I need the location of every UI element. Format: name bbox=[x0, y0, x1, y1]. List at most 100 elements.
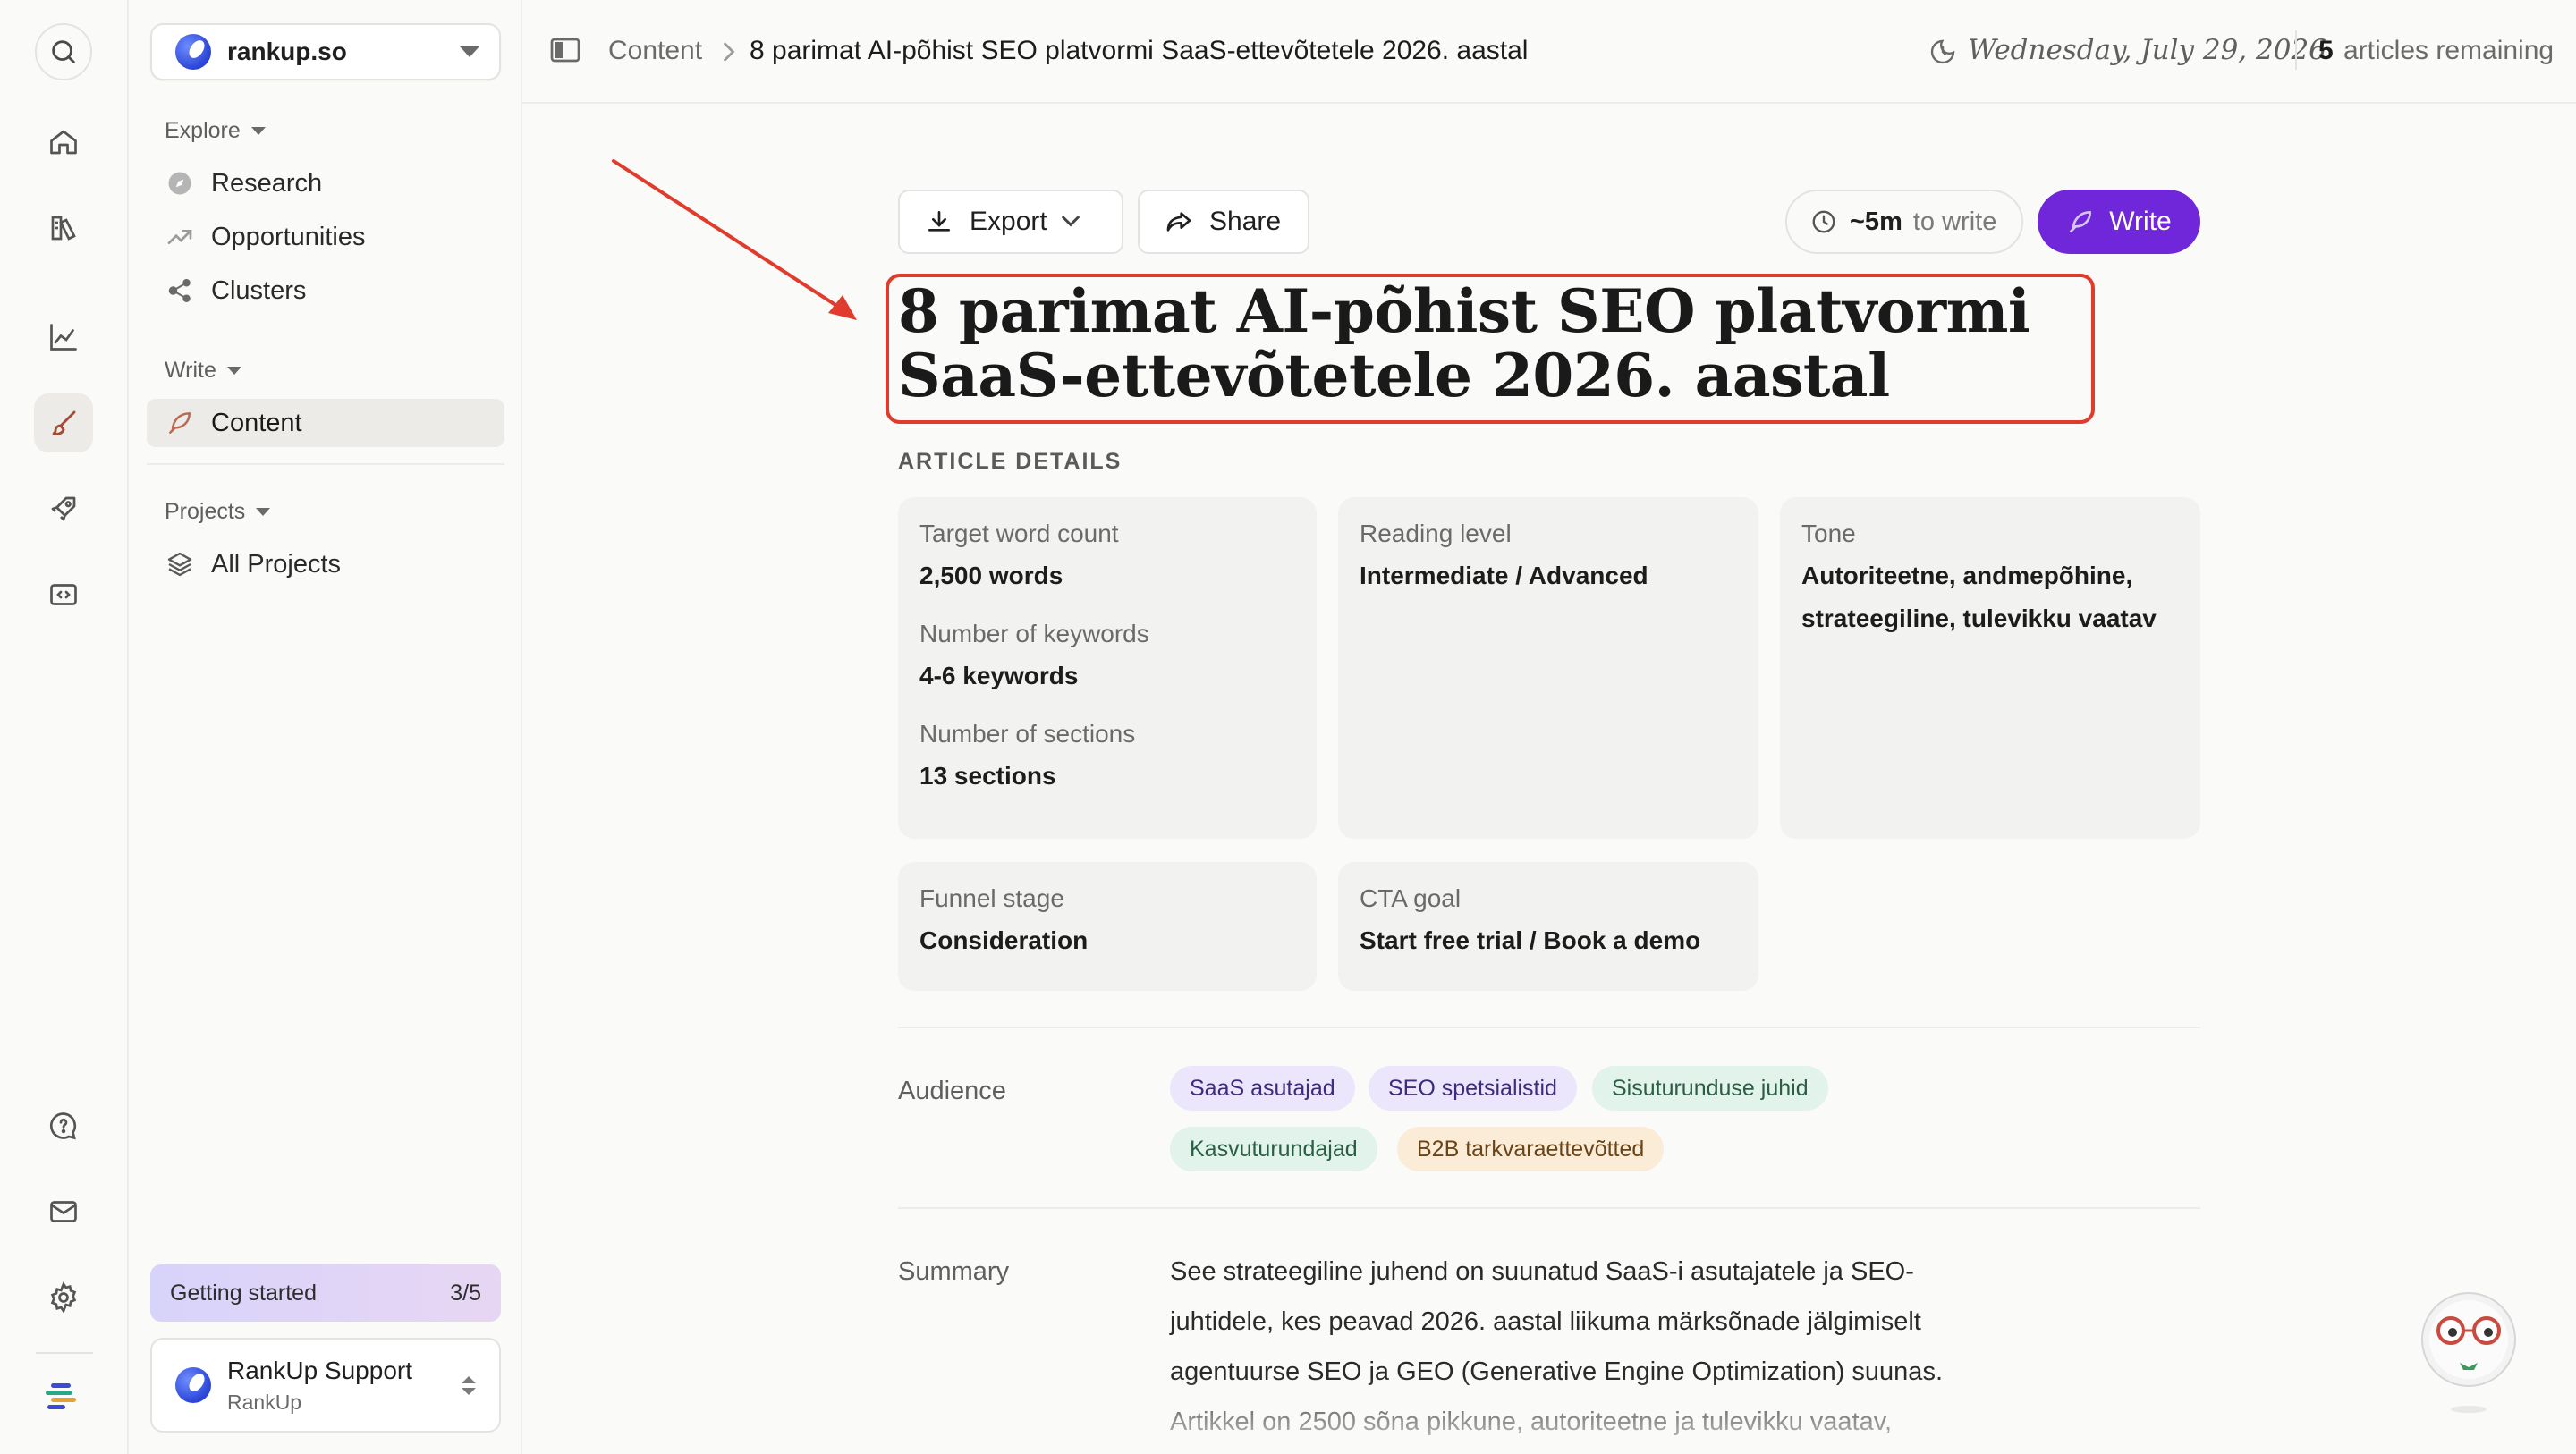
sidebar-item-research[interactable]: Research bbox=[147, 159, 504, 207]
detail-value: Autoriteetne, andmepõhine, strateegiline… bbox=[1801, 562, 2157, 632]
moon-clock-icon bbox=[1928, 38, 1957, 66]
sidebar-item-content[interactable]: Content bbox=[147, 399, 504, 447]
write-section-toggle[interactable]: Write bbox=[165, 358, 242, 384]
rail-brand-button[interactable] bbox=[34, 1368, 93, 1427]
breadcrumb-current: 8 parimat AI-põhist SEO platvormi SaaS-e… bbox=[750, 36, 1529, 65]
share-button[interactable]: Share bbox=[1138, 190, 1309, 254]
code-window-icon bbox=[50, 584, 77, 605]
section-divider bbox=[898, 1207, 2200, 1209]
sidebar-item-clusters[interactable]: Clusters bbox=[147, 266, 504, 315]
share-label: Share bbox=[1209, 207, 1282, 236]
detail-number-of-keywords: Number of keywords 4-6 keywords bbox=[919, 619, 1295, 697]
detail-card-counts: Target word count 2,500 words Number of … bbox=[898, 497, 1317, 839]
workspace-switcher[interactable]: rankup.so bbox=[150, 23, 501, 80]
detail-label: Number of sections bbox=[919, 720, 1136, 748]
articles-remaining-count: 5 bbox=[2318, 36, 2334, 65]
account-text: RankUp Support RankUp bbox=[227, 1357, 462, 1415]
write-button[interactable]: Write bbox=[2038, 190, 2200, 254]
detail-label: CTA goal bbox=[1360, 884, 1462, 912]
explore-section-toggle[interactable]: Explore bbox=[165, 118, 266, 144]
sidebar-item-label: All Projects bbox=[211, 549, 342, 579]
header-divider bbox=[2295, 30, 2297, 70]
sidebar-divider bbox=[147, 463, 504, 465]
projects-section-toggle[interactable]: Projects bbox=[165, 499, 271, 525]
sidebar-toggle-button[interactable] bbox=[549, 36, 581, 64]
caret-down-icon bbox=[460, 46, 479, 57]
clusters-icon bbox=[165, 275, 195, 306]
getting-started-progress: 3/5 bbox=[450, 1280, 481, 1306]
gear-icon bbox=[50, 1281, 77, 1314]
breadcrumb-content-link[interactable]: Content bbox=[608, 36, 702, 66]
sidebar-item-label: Opportunities bbox=[211, 222, 366, 251]
rocket-icon bbox=[51, 496, 76, 521]
write-section-label: Write bbox=[165, 358, 216, 383]
sidebar-item-label: Clusters bbox=[211, 275, 307, 305]
rail-code-button[interactable] bbox=[34, 565, 93, 624]
annotation-arrow bbox=[612, 159, 857, 320]
detail-card-reading-level: Reading level Intermediate / Advanced bbox=[1338, 497, 1758, 839]
detail-number-of-sections: Number of sections 13 sections bbox=[919, 719, 1295, 798]
projects-section-label: Projects bbox=[165, 499, 246, 524]
sidebar-item-all-projects[interactable]: All Projects bbox=[147, 540, 504, 588]
audience-tag: SaaS asutajad bbox=[1170, 1066, 1355, 1111]
write-label: Write bbox=[2109, 207, 2172, 236]
compass-icon bbox=[165, 168, 195, 199]
chart-icon bbox=[50, 324, 77, 351]
detail-target-word-count: Target word count 2,500 words bbox=[919, 519, 1295, 597]
top-bar: Content 8 parimat AI-põhist SEO platvorm… bbox=[522, 0, 2576, 104]
detail-label: Tone bbox=[1801, 520, 1856, 547]
audience-tag: SEO spetsialistid bbox=[1368, 1066, 1577, 1111]
detail-label: Reading level bbox=[1360, 520, 1512, 547]
rail-divider bbox=[36, 1352, 93, 1354]
workspace-name: rankup.so bbox=[227, 38, 347, 65]
explore-section-label: Explore bbox=[165, 118, 241, 143]
detail-label: Number of keywords bbox=[919, 620, 1149, 647]
rail-write-button[interactable] bbox=[34, 393, 93, 452]
section-divider bbox=[898, 1027, 2200, 1028]
brush-icon bbox=[52, 410, 76, 435]
detail-value: 2,500 words bbox=[919, 562, 1063, 589]
export-button[interactable]: Export bbox=[898, 190, 1123, 254]
share-arrow-icon bbox=[1165, 207, 1193, 236]
detail-reading-level: Reading level Intermediate / Advanced bbox=[1360, 519, 1737, 597]
getting-started-banner[interactable]: Getting started 3/5 bbox=[150, 1264, 501, 1322]
current-date: Wednesday, July 29, 2026 bbox=[1968, 34, 2326, 66]
time-to-write-unit: to write bbox=[1912, 207, 1997, 236]
trend-up-icon bbox=[165, 222, 195, 252]
caret-down-icon bbox=[226, 367, 242, 375]
account-name: RankUp Support bbox=[227, 1356, 413, 1384]
detail-card-cta-goal: CTA goal Start free trial / Book a demo bbox=[1338, 862, 1758, 991]
detail-value: Start free trial / Book a demo bbox=[1360, 926, 1701, 954]
caret-down-icon bbox=[250, 127, 266, 135]
rail-home-button[interactable] bbox=[34, 113, 93, 172]
account-switcher[interactable]: RankUp Support RankUp bbox=[150, 1338, 501, 1433]
feather-icon bbox=[165, 408, 195, 438]
detail-value: 4-6 keywords bbox=[919, 662, 1079, 689]
rail-research-button[interactable] bbox=[34, 199, 93, 258]
audience-tag: Sisuturunduse juhid bbox=[1592, 1066, 1828, 1111]
search-icon bbox=[52, 40, 75, 63]
rail-settings-button[interactable] bbox=[34, 1268, 93, 1327]
article-details-heading: ARTICLE DETAILS bbox=[898, 449, 1123, 474]
detail-label: Funnel stage bbox=[919, 884, 1064, 912]
sidebar-item-label: Research bbox=[211, 168, 323, 198]
rail-help-button[interactable] bbox=[34, 1096, 93, 1155]
assistant-mascot-button[interactable] bbox=[2415, 1284, 2522, 1418]
detail-card-tone: Tone Autoriteetne, andmepõhine, strateeg… bbox=[1780, 497, 2200, 839]
detail-card-funnel-stage: Funnel stage Consideration bbox=[898, 862, 1317, 991]
rail-launch-button[interactable] bbox=[34, 479, 93, 538]
mascot-icon bbox=[2421, 1292, 2516, 1413]
sidebar-item-label: Content bbox=[211, 408, 302, 437]
feather-icon bbox=[2066, 207, 2095, 236]
summary-fade-overlay bbox=[1163, 1377, 2021, 1454]
mail-icon bbox=[50, 1201, 77, 1222]
rail-analytics-button[interactable] bbox=[34, 308, 93, 367]
detail-label: Target word count bbox=[919, 520, 1119, 547]
book-chart-icon bbox=[51, 216, 76, 241]
search-button[interactable] bbox=[35, 23, 92, 80]
rail-mail-button[interactable] bbox=[34, 1182, 93, 1241]
account-org: RankUp bbox=[227, 1390, 302, 1414]
detail-cta-goal: CTA goal Start free trial / Book a demo bbox=[1360, 883, 1737, 962]
article-title[interactable]: 8 parimat AI-põhist SEO platvormi SaaS-e… bbox=[898, 279, 2088, 408]
sidebar-item-opportunities[interactable]: Opportunities bbox=[147, 213, 504, 261]
